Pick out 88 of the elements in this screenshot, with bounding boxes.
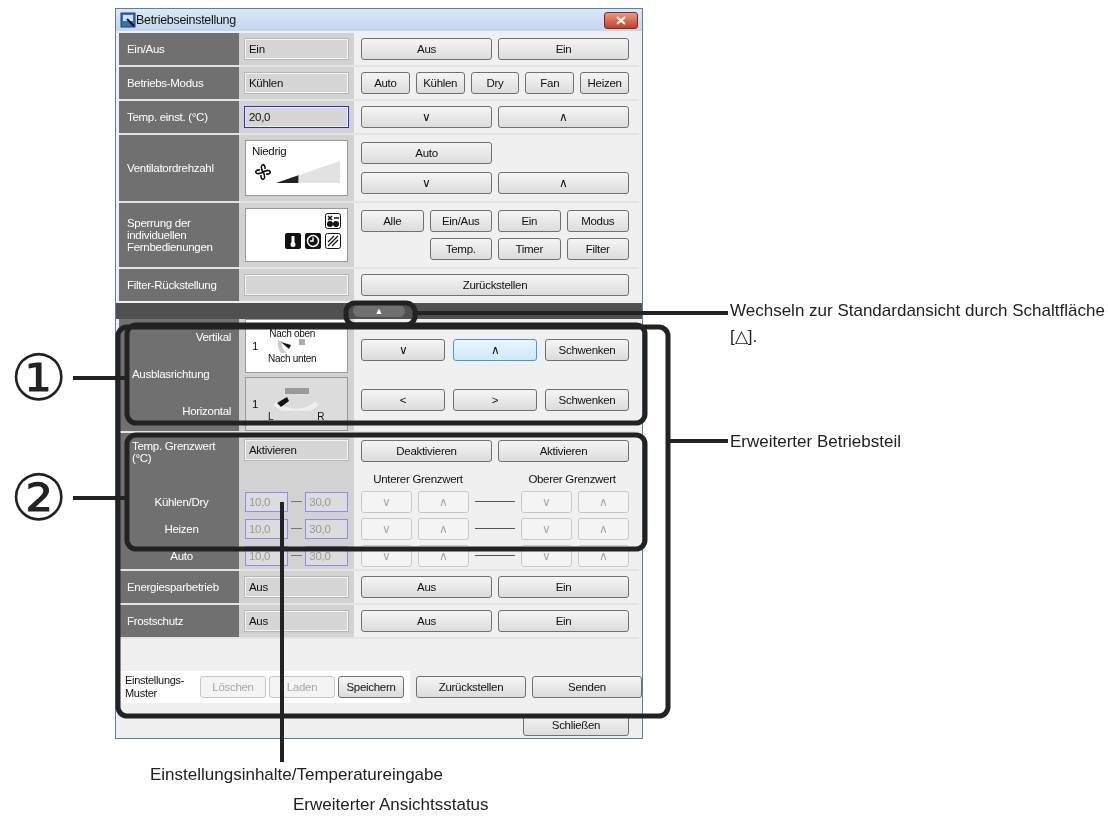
callout-text: Einstellungsinhalte/Temperatureingabe (150, 764, 443, 786)
row-label: Heizen (164, 522, 199, 535)
button[interactable]: Ein/Aus (429, 210, 492, 232)
button[interactable]: Speichern (338, 676, 404, 698)
row-label: Ausblasrichtung (132, 368, 211, 380)
mode-icon (325, 213, 341, 229)
button[interactable]: Senden (532, 676, 642, 698)
button[interactable]: Temp. (429, 238, 492, 260)
fan-icon (252, 161, 274, 183)
callout-marker: ① (10, 346, 68, 410)
row-label: Filter-Rückstellung (119, 269, 239, 301)
button[interactable]: Ein (498, 576, 629, 598)
leader-line (73, 376, 127, 380)
button[interactable]: ∧ (453, 339, 537, 361)
button[interactable]: Zurückstellen (361, 274, 629, 296)
row-label: Vertikal (194, 331, 231, 343)
button[interactable]: Ein (498, 610, 629, 632)
row-label: Horizontal (181, 405, 231, 417)
row-label: Temp. Grenzwert (°C) (132, 440, 217, 464)
direction-label: L (268, 410, 274, 422)
thermometer-icon (285, 233, 301, 249)
direction-value: 1 (252, 398, 259, 410)
button[interactable]: Heizen (580, 72, 629, 94)
limit-field: 10,0 (245, 491, 288, 512)
button[interactable]: < (361, 389, 445, 411)
button[interactable]: Kühlen (415, 72, 465, 94)
hatched-square-icon (325, 233, 341, 249)
button[interactable]: Aus (361, 610, 492, 632)
value-field: Aus (245, 611, 348, 631)
row-label: Sperrung der individuellen Fernbedienungen (119, 203, 239, 267)
button[interactable]: ∧ (498, 106, 629, 128)
window-title: Betriebseinstellung (136, 13, 237, 27)
button[interactable]: Ein (498, 210, 561, 232)
clock-icon (305, 233, 321, 249)
column-heading: Unterer Grenzwert (372, 473, 464, 485)
button[interactable]: Fan (525, 72, 575, 94)
app-icon (120, 12, 136, 28)
direction-label: Nach oben (269, 328, 315, 339)
row-label: Frostschutz (119, 605, 239, 637)
direction-label: R (317, 410, 325, 422)
close-icon (616, 15, 626, 25)
value-field: Aus (245, 577, 348, 597)
callout-text: Wechseln zur Standardansicht durch Schaltfläche [△]. (730, 300, 1106, 348)
button[interactable]: ∨ (361, 106, 492, 128)
row-label: Ein/Aus (119, 33, 239, 65)
button[interactable]: Dry (470, 72, 520, 94)
row-label: Temp. einst. (°C) (119, 101, 239, 133)
direction-value: 1 (252, 340, 259, 352)
close-button[interactable] (604, 11, 638, 29)
button[interactable]: Filter (566, 238, 629, 260)
callout-text: Erweiterter Betriebsteil (730, 431, 901, 453)
value-field: Aktivieren (245, 440, 348, 460)
speed-label: Niedrig (252, 145, 288, 157)
button[interactable]: Zurückstellen (416, 676, 526, 698)
row-label: Kühlen/Dry (154, 495, 209, 508)
limit-field: 10,0 (245, 518, 288, 539)
louver-drawing (277, 339, 308, 353)
row-label: Ventilatordrehzahl (119, 135, 239, 201)
button[interactable]: Auto (361, 142, 492, 164)
limit-field: 30,0 (305, 491, 348, 512)
pattern-label: Einstellungs-Muster (125, 674, 186, 700)
callout-marker: ② (10, 466, 68, 530)
button[interactable]: Alle (361, 210, 424, 232)
leader-line (73, 496, 127, 500)
button[interactable]: > (453, 389, 537, 411)
button[interactable]: ∨ (361, 172, 492, 194)
button[interactable]: Modus (566, 210, 629, 232)
button[interactable]: ∧ (498, 172, 629, 194)
button[interactable]: Auto (361, 72, 410, 94)
louver-drawing (271, 386, 322, 411)
value-field: Ein (245, 39, 348, 59)
button[interactable]: Aus (361, 576, 492, 598)
button[interactable]: Aus (361, 38, 492, 60)
row-label: Betriebs-Modus (119, 67, 239, 99)
callout-text: Erweiterter Ansichtsstatus (293, 794, 489, 816)
button[interactable]: Timer (498, 238, 561, 260)
limit-field: 30,0 (305, 518, 348, 539)
value-field: Kühlen (245, 73, 348, 93)
direction-label: Nach unten (268, 353, 317, 364)
row-label: Energiesparbetrieb (119, 571, 239, 603)
button[interactable]: Ein (498, 38, 629, 60)
button[interactable]: Schwenken (545, 389, 629, 411)
button[interactable]: Schwenken (545, 339, 629, 361)
leader-line (668, 439, 728, 443)
button[interactable]: ∨ (361, 339, 445, 361)
value-field: 20,0 (245, 107, 348, 127)
column-heading: Oberer Grenzwert (527, 473, 617, 485)
row-label: Auto (170, 549, 193, 562)
